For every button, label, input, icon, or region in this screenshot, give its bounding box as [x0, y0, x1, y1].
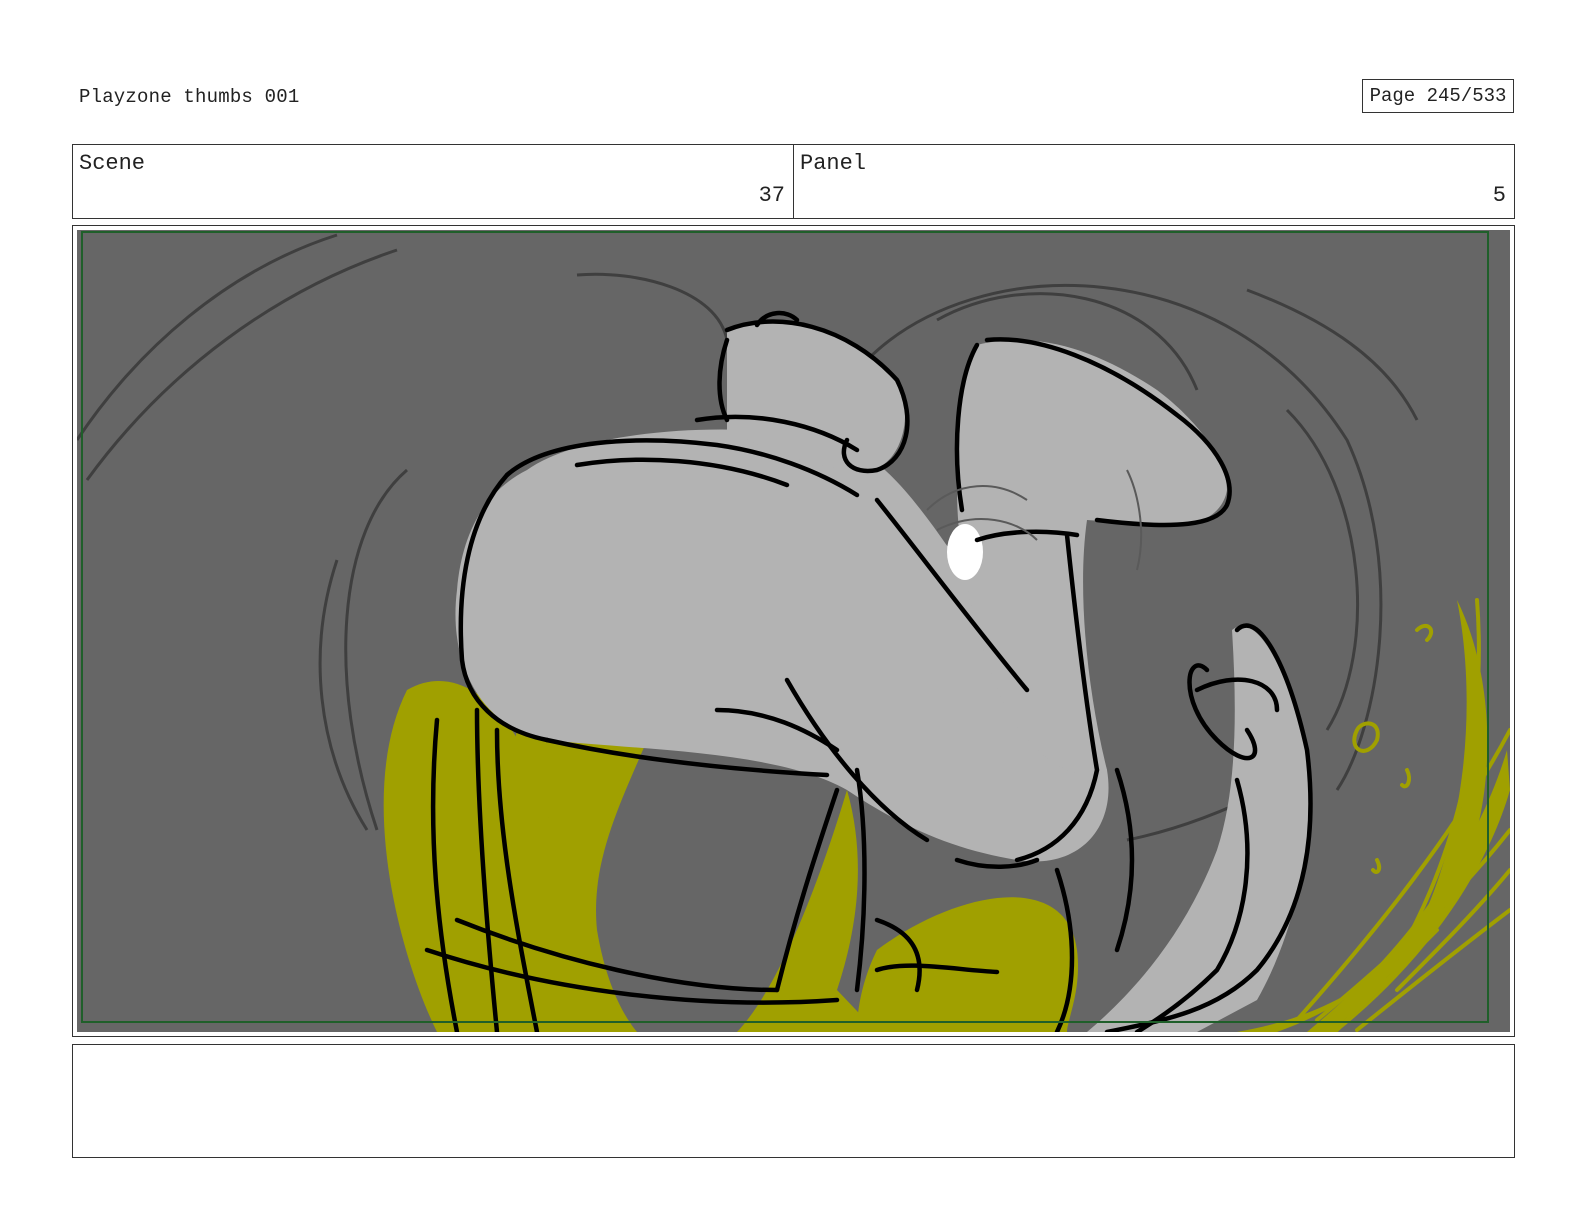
sketch-drawing — [77, 230, 1510, 1032]
panel-label: Panel — [800, 151, 867, 176]
scene-number: 37 — [758, 183, 785, 208]
page-indicator: Page 245/533 — [1362, 79, 1514, 113]
storyboard-sketch — [77, 230, 1510, 1032]
panel-notes-box — [72, 1044, 1515, 1158]
highlight-shape — [947, 524, 983, 580]
document-title: Playzone thumbs 001 — [79, 86, 300, 108]
scene-cell: Scene 37 — [73, 145, 793, 218]
panel-cell: Panel 5 — [793, 145, 1514, 218]
panel-number: 5 — [1492, 183, 1506, 208]
scene-panel-header: Scene 37 Panel 5 — [72, 144, 1515, 219]
scene-label: Scene — [79, 151, 146, 176]
storyboard-panel-frame — [72, 225, 1515, 1037]
